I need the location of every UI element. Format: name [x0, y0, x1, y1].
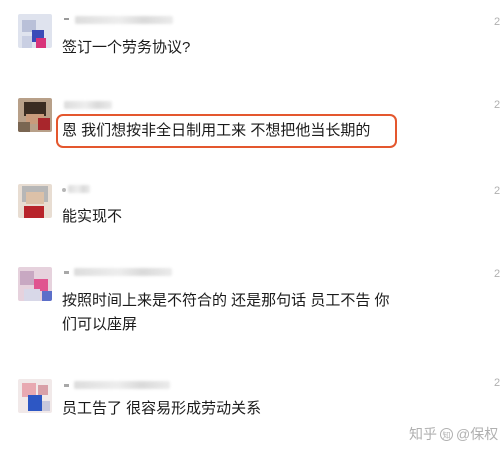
username-blurred — [75, 16, 173, 24]
username-blurred — [64, 101, 112, 109]
message-time: 2 — [494, 100, 500, 111]
watermark: 知乎 知 @保权 — [409, 424, 498, 444]
message-text: 能实现不 — [62, 208, 123, 225]
avatar[interactable] — [18, 267, 52, 301]
message-time: 2 — [494, 378, 500, 389]
avatar[interactable] — [18, 98, 52, 132]
username-blurred — [68, 185, 90, 193]
message-text: 签订一个劳务协议? — [62, 39, 191, 56]
watermark-prefix: 知乎 — [409, 426, 437, 442]
username-blurred — [74, 268, 172, 276]
message-time: 2 — [494, 269, 500, 280]
highlight-box — [56, 114, 397, 148]
message-time: 2 — [494, 17, 500, 28]
avatar[interactable] — [18, 184, 52, 218]
avatar[interactable] — [18, 14, 52, 48]
avatar[interactable] — [18, 379, 52, 413]
username-blurred — [74, 381, 170, 389]
message-text: 按照时间上来是不符合的 还是那句话 员工不告 你 们可以座屏 — [62, 292, 390, 333]
message-time: 2 — [494, 186, 500, 197]
zhihu-logo-icon: 知 — [440, 427, 453, 441]
watermark-handle: @保权 — [456, 426, 499, 442]
message-text: 员工告了 很容易形成劳动关系 — [62, 400, 262, 417]
